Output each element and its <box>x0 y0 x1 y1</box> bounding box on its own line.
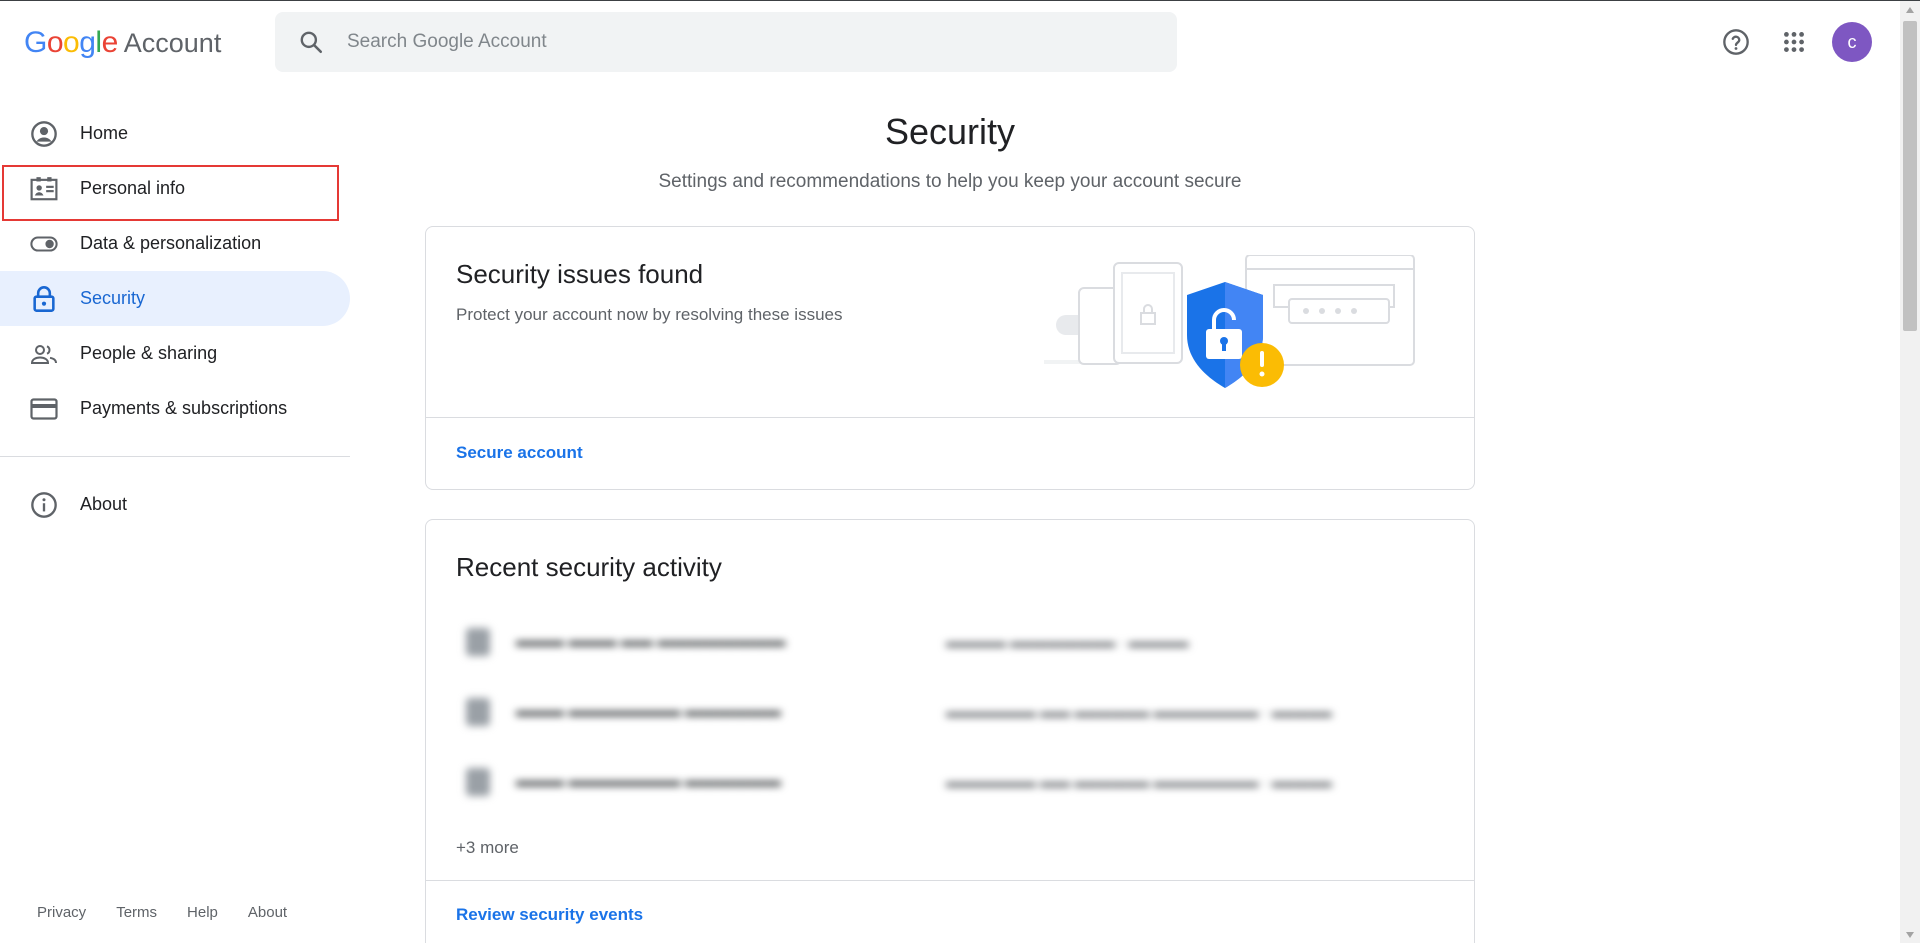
activity-time-redacted: ▬▬▬▬ ▬▬▬▬▬▬▬ · ▬▬▬▬ <box>946 633 1189 651</box>
sidebar-item-label: Data & personalization <box>80 233 262 253</box>
device-icon <box>466 698 490 726</box>
sidebar-nav: Home Personal info Data & personalizatio… <box>0 106 350 532</box>
search-icon[interactable] <box>281 12 341 72</box>
search-bar[interactable] <box>275 12 1177 72</box>
id-card-icon <box>30 175 58 203</box>
scroll-up-arrow-icon[interactable] <box>1900 1 1920 19</box>
toggle-icon <box>30 230 58 258</box>
sidebar-item-label: People & sharing <box>80 343 218 363</box>
help-icon[interactable] <box>1712 18 1760 66</box>
avatar[interactable]: c <box>1832 22 1872 62</box>
sidebar-footer: Privacy Terms Help About <box>37 904 317 921</box>
logo-product-name: Account <box>123 27 222 58</box>
logo-letter: g <box>79 26 96 59</box>
page-scrollbar[interactable] <box>1900 1 1920 943</box>
scroll-down-arrow-icon[interactable] <box>1900 926 1920 943</box>
google-wordmark: Google <box>24 26 118 60</box>
activity-row[interactable]: ▬▬▬ ▬▬▬ ▬▬ ▬▬▬▬▬▬▬▬ ▬▬▬▬ ▬▬▬▬▬▬▬ · ▬▬▬▬ <box>456 620 1416 664</box>
apps-grid-icon[interactable] <box>1770 18 1818 66</box>
card-divider <box>426 417 1474 418</box>
sidebar-item-label: About <box>80 494 128 514</box>
lock-icon <box>30 285 58 313</box>
activity-row[interactable]: ▬▬▬ ▬▬▬▬▬▬▬ ▬▬▬▬▬▬ ▬▬▬▬▬▬ ▬▬ ▬▬▬▬▬ ▬▬▬▬▬… <box>456 690 1416 734</box>
sidebar-item-label: Personal info <box>80 178 186 198</box>
card-title: Security issues found <box>456 259 704 289</box>
activity-text-redacted: ▬▬▬ ▬▬▬▬▬▬▬ ▬▬▬▬▬▬ <box>516 773 781 790</box>
sidebar-item-data-personalization[interactable]: Data & personalization <box>0 216 350 271</box>
footer-link-privacy[interactable]: Privacy <box>37 904 86 921</box>
people-icon <box>30 340 58 368</box>
sidebar-item-about[interactable]: About <box>0 477 350 532</box>
card-divider <box>426 880 1474 881</box>
sidebar-item-security[interactable]: Security <box>0 271 350 326</box>
logo-letter: G <box>24 26 47 59</box>
review-security-events-link[interactable]: Review security events <box>456 905 643 925</box>
info-icon <box>30 491 58 519</box>
card-description: Protect your account now by resolving th… <box>456 305 843 324</box>
device-icon <box>466 768 490 796</box>
sidebar-item-payments-subscriptions[interactable]: Payments & subscriptions <box>0 381 350 436</box>
sidebar-item-people-sharing[interactable]: People & sharing <box>0 326 350 381</box>
activity-time-redacted: ▬▬▬▬▬▬ ▬▬ ▬▬▬▬▬ ▬▬▬▬▬▬▬ · ▬▬▬▬ <box>946 703 1332 721</box>
search-input[interactable] <box>347 22 1147 62</box>
sidebar-item-label: Home <box>80 123 129 143</box>
page-title: Security <box>884 111 1016 152</box>
activity-text-redacted: ▬▬▬ ▬▬▬ ▬▬ ▬▬▬▬▬▬▬▬ <box>516 633 786 650</box>
footer-link-help[interactable]: Help <box>187 904 218 921</box>
more-activity-count[interactable]: +3 more <box>456 838 519 858</box>
sidebar-divider <box>0 456 350 457</box>
footer-link-terms[interactable]: Terms <box>116 904 157 921</box>
security-issues-card: Security issues found Protect your accou… <box>425 226 1475 490</box>
google-account-logo[interactable]: Google Account <box>24 25 221 61</box>
footer-link-about[interactable]: About <box>248 904 287 921</box>
sidebar-item-home[interactable]: Home <box>0 106 350 161</box>
scroll-thumb[interactable] <box>1903 21 1917 331</box>
account-circle-icon <box>30 120 58 148</box>
activity-time-redacted: ▬▬▬▬▬▬ ▬▬ ▬▬▬▬▬ ▬▬▬▬▬▬▬ · ▬▬▬▬ <box>946 773 1332 791</box>
security-issue-illustration <box>1044 255 1415 388</box>
credit-card-icon <box>30 395 58 423</box>
activity-row[interactable]: ▬▬▬ ▬▬▬▬▬▬▬ ▬▬▬▬▬▬ ▬▬▬▬▬▬ ▬▬ ▬▬▬▬▬ ▬▬▬▬▬… <box>456 760 1416 804</box>
sidebar-item-label: Payments & subscriptions <box>80 398 288 418</box>
device-icon <box>466 628 490 656</box>
logo-letter: o <box>63 26 80 59</box>
sidebar-item-personal-info[interactable]: Personal info <box>0 161 350 216</box>
secure-account-link[interactable]: Secure account <box>456 443 583 463</box>
recent-security-activity-card: Recent security activity ▬▬▬ ▬▬▬ ▬▬ ▬▬▬▬… <box>425 519 1475 943</box>
page-subtitle: Settings and recommendations to help you… <box>658 171 1242 192</box>
activity-text-redacted: ▬▬▬ ▬▬▬▬▬▬▬ ▬▬▬▬▬▬ <box>516 703 781 720</box>
logo-letter: e <box>101 26 119 59</box>
top-bar: Google Account c <box>0 1 1900 83</box>
sidebar-item-label: Security <box>80 288 146 308</box>
logo-letter: o <box>46 26 64 59</box>
card-title: Recent security activity <box>456 552 722 582</box>
